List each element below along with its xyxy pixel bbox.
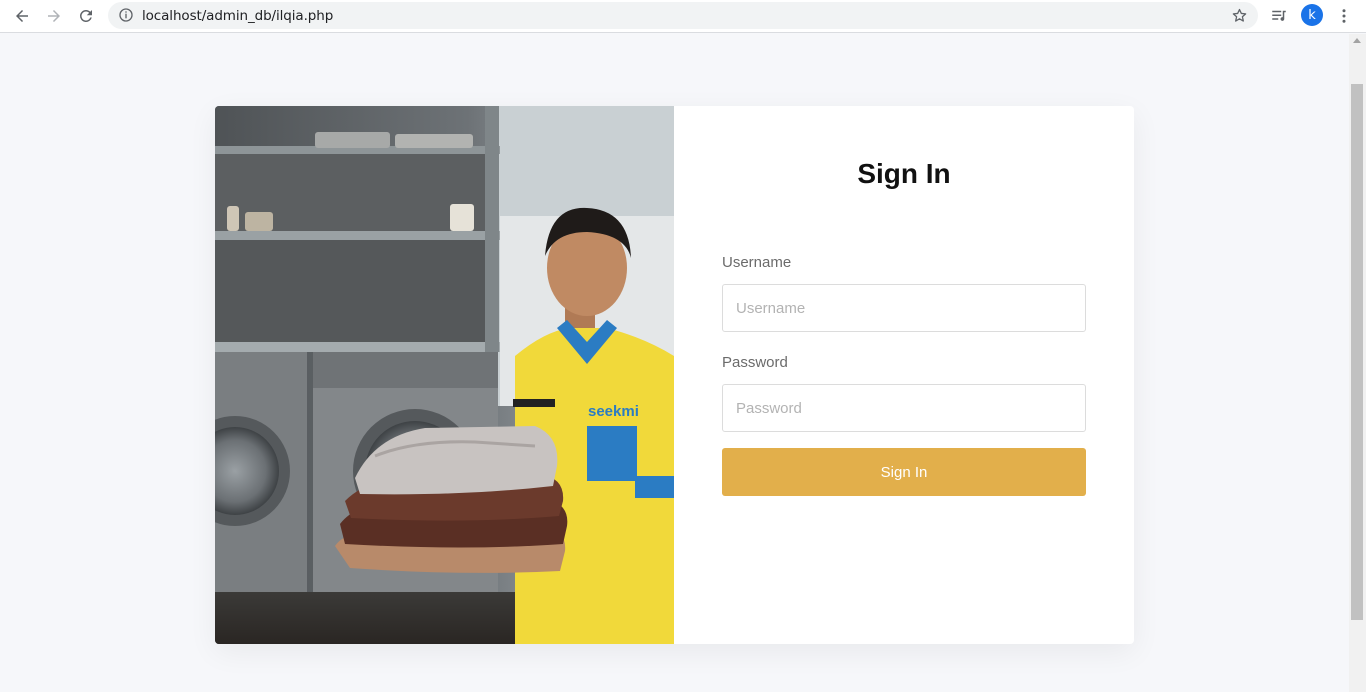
username-label: Username <box>722 254 792 271</box>
sign-in-button[interactable]: Sign In <box>722 448 1086 496</box>
playlist-icon <box>1272 10 1286 21</box>
username-input[interactable] <box>722 284 1086 332</box>
shirt-logo-text: seekmi <box>588 403 639 420</box>
password-input[interactable] <box>722 384 1086 432</box>
profile-avatar[interactable]: k <box>1301 4 1323 26</box>
menu-button[interactable] <box>1334 6 1354 26</box>
scroll-up-arrow-icon[interactable] <box>1353 38 1361 43</box>
arrow-left-icon <box>16 10 28 22</box>
arrow-right-icon <box>48 10 60 22</box>
scroll-thumb[interactable] <box>1351 84 1363 620</box>
media-button[interactable] <box>1269 6 1289 26</box>
signin-form: Sign In Username Password Sign In <box>674 106 1134 644</box>
reload-icon <box>79 9 92 22</box>
kebab-menu-icon <box>1342 9 1346 23</box>
info-icon[interactable] <box>118 7 134 23</box>
login-card: seekmi Sign In Username Password Sign In <box>215 106 1134 644</box>
page-scrollbar[interactable] <box>1349 34 1366 692</box>
password-label: Password <box>722 354 788 371</box>
laundry-photo-illustration: seekmi <box>215 106 674 644</box>
reload-button[interactable] <box>73 3 99 29</box>
hero-photo: seekmi <box>215 106 674 644</box>
address-bar[interactable]: localhost/admin_db/ilqia.php <box>108 2 1258 29</box>
url-text[interactable]: localhost/admin_db/ilqia.php <box>142 8 333 24</box>
star-icon[interactable] <box>1231 7 1248 24</box>
browser-toolbar: localhost/admin_db/ilqia.php k <box>0 0 1366 33</box>
page-title: Sign In <box>857 158 951 189</box>
back-button[interactable] <box>9 3 35 29</box>
forward-button[interactable] <box>41 3 67 29</box>
